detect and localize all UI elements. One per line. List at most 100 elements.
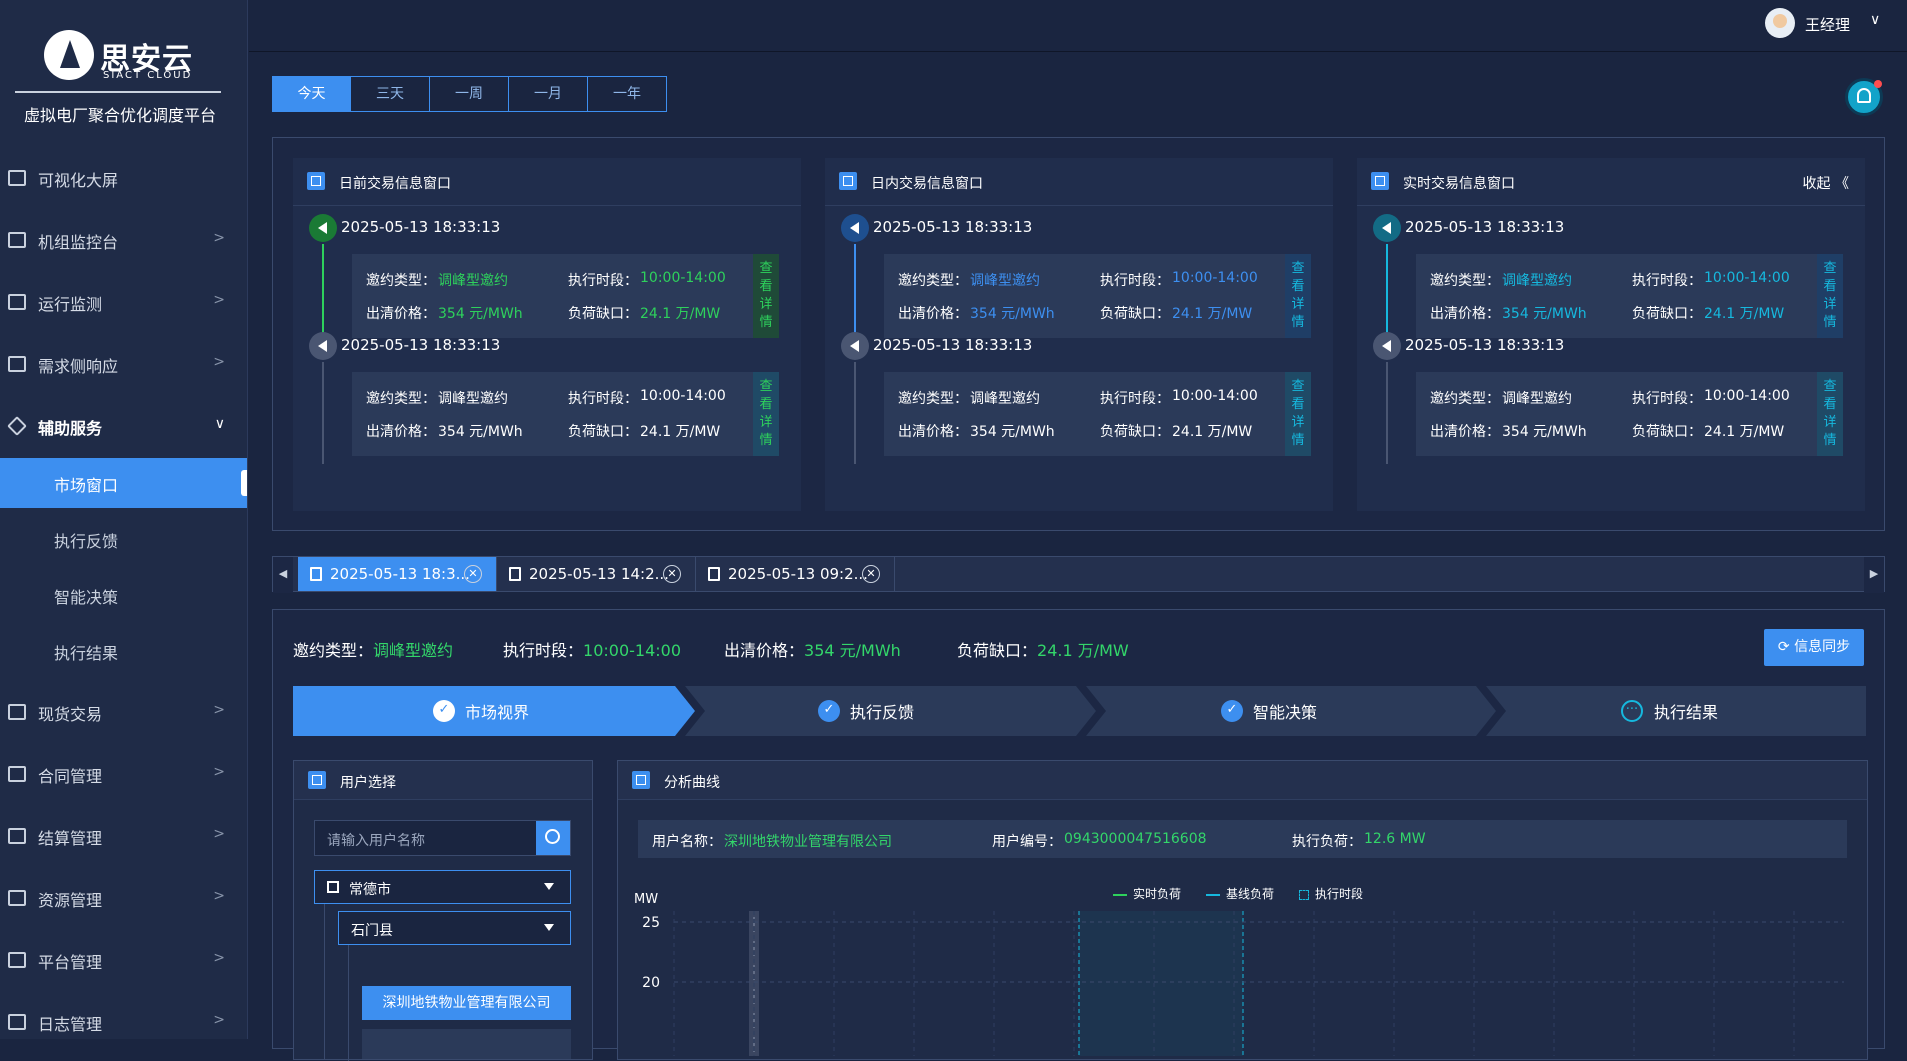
view-detail-button[interactable]: 查看详情 — [753, 372, 779, 456]
diamond-icon — [7, 416, 27, 436]
company-item[interactable]: 深圳地铁物业管理有限公司 — [362, 986, 571, 1020]
period-label: 执行时段： — [568, 391, 638, 407]
sidebar-item-dashboard[interactable]: 可视化大屏 — [0, 153, 247, 205]
entry-timestamp: 2025-05-13 18:33:13 — [873, 336, 1033, 354]
tab-today[interactable]: 今天 — [272, 76, 351, 112]
type-label: 邀约类型： — [898, 391, 968, 407]
chevron-right-icon: > — [213, 702, 225, 718]
gap-value: 24.1 万/MW — [1172, 424, 1253, 440]
username[interactable]: 王经理 — [1805, 14, 1850, 35]
trade-card: 邀约类型： 调峰型邀约 执行时段： 10:00-14:00 出清价格： 354 … — [1416, 372, 1843, 456]
sidebar-item-label: 可视化大屏 — [38, 171, 119, 190]
step-decision[interactable]: ✓ 智能决策 — [1086, 686, 1476, 736]
step-feedback[interactable]: ✓ 执行反馈 — [685, 686, 1076, 736]
type-value: 调峰型邀约 — [970, 391, 1040, 407]
city-select[interactable]: 常德市 — [314, 870, 571, 904]
sidebar-subitem-decision[interactable]: 智能决策 — [0, 570, 247, 620]
trade-card: 邀约类型： 调峰型邀约 执行时段： 10:00-14:00 出清价格： 354 … — [884, 254, 1311, 338]
user-id: 0943000047516608 — [1064, 831, 1207, 847]
avatar[interactable] — [1765, 8, 1795, 38]
sidebar-item-spot-trading[interactable]: 现货交易 > — [0, 687, 247, 739]
scroll-right-icon[interactable]: ▶ — [1864, 557, 1884, 593]
collapse-button[interactable]: 收起 《 — [1803, 173, 1849, 193]
tab-year[interactable]: 一年 — [588, 76, 667, 112]
panel-icon — [308, 771, 326, 789]
sync-button[interactable]: ⟳ 信息同步 — [1764, 629, 1864, 666]
sidebar-item-ancillary[interactable]: 辅助服务 ∨ — [0, 401, 247, 453]
price-label: 出清价格： — [366, 306, 436, 322]
sidebar-item-resources[interactable]: 资源管理 > — [0, 873, 247, 925]
period-label: 执行时段： — [1100, 273, 1170, 289]
record-tab[interactable]: 2025-05-13 09:2... ✕ — [696, 557, 895, 591]
analysis-panel: 分析曲线 用户名称： 深圳地铁物业管理有限公司 用户编号： 0943000047… — [617, 760, 1868, 1060]
gap-label: 负荷缺口： — [1100, 306, 1170, 322]
sidebar-item-label: 合同管理 — [38, 767, 103, 786]
price-label: 出清价格： — [1430, 306, 1500, 322]
record-tabs: ◀ 2025-05-13 18:3... ✕ 2025-05-13 14:2..… — [272, 556, 1885, 593]
trade-window-realtime: 实时交易信息窗口 收起 《 2025-05-13 18:33:13 邀约类型： 调… — [1357, 158, 1865, 511]
scroll-left-icon[interactable]: ◀ — [273, 557, 293, 593]
view-detail-button[interactable]: 查看详情 — [1817, 372, 1843, 456]
logo: 思安云 SIACT CLOUD — [0, 22, 248, 92]
sidebar-item-label: 现货交易 — [38, 705, 103, 724]
step-result[interactable]: ··· 执行结果 — [1486, 686, 1866, 736]
step-label: 智能决策 — [1253, 703, 1318, 722]
bell-icon[interactable] — [1845, 78, 1883, 116]
logo-divider — [15, 91, 221, 93]
view-detail-button[interactable]: 查看详情 — [753, 254, 779, 338]
sidebar-item-unit-monitor[interactable]: 机组监控台 > — [0, 215, 247, 267]
speaker-icon — [309, 332, 337, 360]
logo-name-en: SIACT CLOUD — [103, 70, 193, 81]
close-icon[interactable]: ✕ — [862, 565, 880, 583]
sidebar-item-label: 需求侧响应 — [38, 357, 119, 376]
close-icon[interactable]: ✕ — [663, 565, 681, 583]
search-input[interactable]: 请输入用户名称 — [314, 820, 571, 856]
sidebar-item-platform[interactable]: 平台管理 > — [0, 935, 247, 987]
view-detail-button[interactable]: 查看详情 — [1285, 254, 1311, 338]
panel-title: 用户选择 — [340, 775, 396, 791]
county-select[interactable]: 石门县 — [338, 911, 571, 945]
company-item[interactable] — [362, 1029, 571, 1059]
speaker-icon — [1373, 332, 1401, 360]
y-tick-label: 20 — [642, 975, 660, 991]
record-tab[interactable]: 2025-05-13 14:2... ✕ — [497, 557, 696, 591]
sidebar-item-contract[interactable]: 合同管理 > — [0, 749, 247, 801]
sidebar-item-label: 结算管理 — [38, 829, 103, 848]
contract-icon — [8, 766, 26, 782]
sync-button-label: 信息同步 — [1794, 639, 1851, 655]
window-icon — [307, 172, 325, 190]
timeline-line — [322, 244, 324, 346]
period-label: 执行时段： — [1632, 273, 1702, 289]
platform-name: 虚拟电厂聚合优化调度平台 — [23, 106, 216, 125]
sidebar-subitem-feedback[interactable]: 执行反馈 — [0, 514, 247, 564]
refresh-icon: ⟳ — [1777, 639, 1795, 655]
record-tab-label: 2025-05-13 18:3... — [330, 565, 470, 583]
sidebar-item-operation[interactable]: 运行监测 > — [0, 277, 247, 329]
load-label: 执行负荷： — [1292, 834, 1362, 850]
step-market-view[interactable]: ✓ 市场视界 — [293, 686, 675, 736]
gap-label: 负荷缺口： — [1632, 306, 1702, 322]
tab-month[interactable]: 一月 — [509, 76, 588, 112]
close-icon[interactable]: ✕ — [464, 565, 482, 583]
period-label: 执行时段： — [568, 273, 638, 289]
load-value: 12.6 MW — [1364, 831, 1426, 847]
sidebar-item-demand-response[interactable]: 需求侧响应 > — [0, 339, 247, 391]
logo-mark-icon — [44, 30, 94, 80]
sidebar-item-settlement[interactable]: 结算管理 > — [0, 811, 247, 863]
summary-type: 调峰型邀约 — [373, 641, 454, 660]
view-detail-button[interactable]: 查看详情 — [1817, 254, 1843, 338]
sidebar-item-logs[interactable]: 日志管理 > — [0, 997, 247, 1049]
entry-timestamp: 2025-05-13 18:33:13 — [341, 336, 501, 354]
tab-three-days[interactable]: 三天 — [351, 76, 430, 112]
county-select-value: 石门县 — [351, 923, 393, 939]
tab-week[interactable]: 一周 — [430, 76, 509, 112]
step-label: 执行反馈 — [850, 703, 915, 722]
chevron-down-icon[interactable]: ∨ — [1870, 12, 1880, 28]
record-tab[interactable]: 2025-05-13 18:3... ✕ — [298, 557, 497, 591]
sidebar-subitem-result[interactable]: 执行结果 — [0, 626, 247, 676]
search-icon[interactable] — [536, 821, 570, 855]
view-detail-button[interactable]: 查看详情 — [1285, 372, 1311, 456]
user-info-bar: 用户名称： 深圳地铁物业管理有限公司 用户编号： 094300004751660… — [638, 820, 1847, 858]
price-value: 354 元/MWh — [1502, 306, 1587, 322]
sidebar-subitem-market-window[interactable]: 市场窗口 — [0, 458, 247, 508]
